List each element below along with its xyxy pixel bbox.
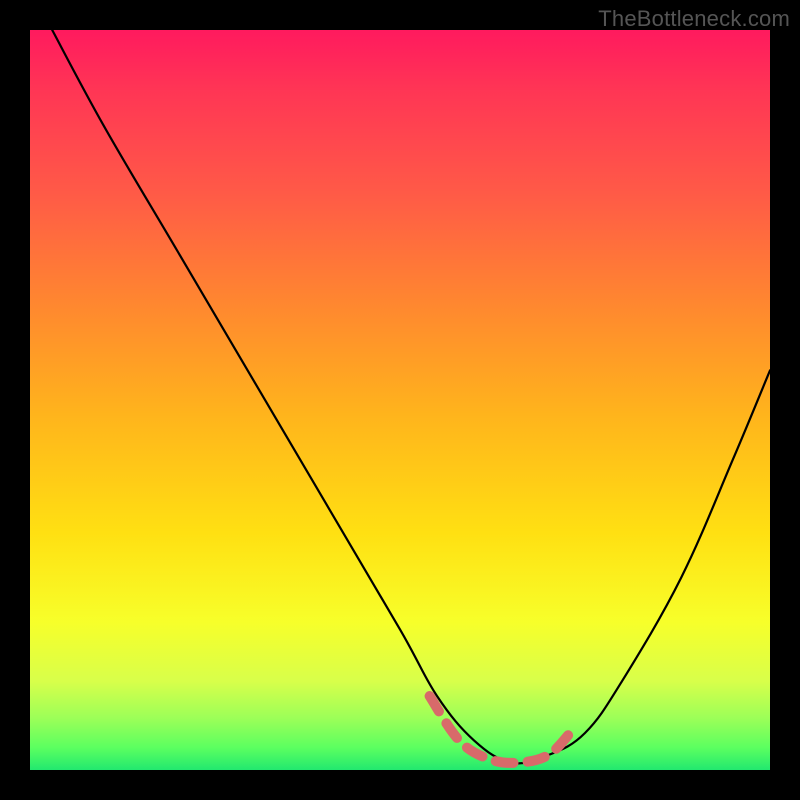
bottleneck-curve — [52, 30, 770, 763]
chart-frame: TheBottleneck.com — [0, 0, 800, 800]
chart-svg — [30, 30, 770, 770]
watermark-text: TheBottleneck.com — [598, 6, 790, 32]
plot-area — [30, 30, 770, 770]
optimal-range-marker — [430, 696, 571, 763]
